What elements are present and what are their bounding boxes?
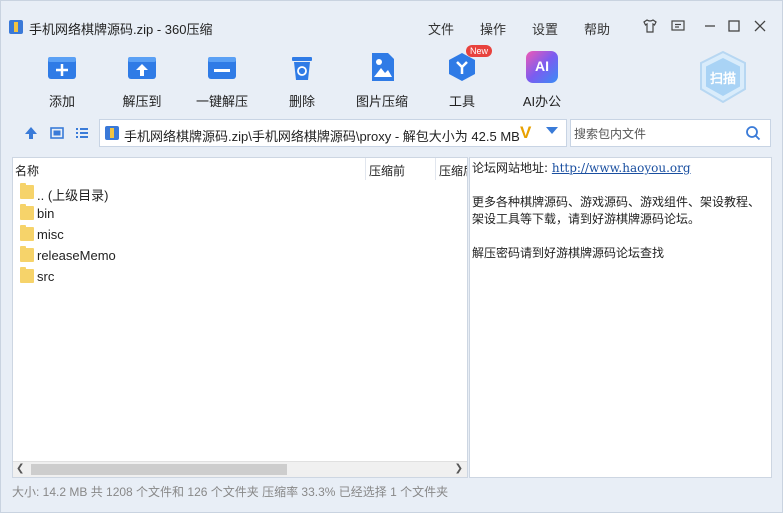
menu-settings[interactable]: 设置: [532, 19, 558, 38]
title-bar: 手机网络棋牌源码.zip - 360压缩 文件 操作 设置 帮助: [1, 1, 782, 45]
menu-file[interactable]: 文件: [428, 19, 454, 38]
delete-icon: [286, 51, 318, 83]
tools-label: 工具: [448, 94, 475, 109]
new-badge: New: [465, 45, 492, 57]
info-line-2: 架设工具等下载，请到好游棋牌源码论坛。: [472, 212, 701, 226]
menu-help[interactable]: 帮助: [584, 19, 610, 38]
menu-operate[interactable]: 操作: [480, 19, 506, 38]
address-bar: 手机网络棋牌源码.zip\手机网络棋牌源码\proxy - 解包大小为 42.5…: [1, 119, 782, 147]
ai-office-label: AI办公: [522, 94, 562, 109]
ai-office-button[interactable]: AI AI办公: [507, 51, 577, 110]
image-compress-icon: [366, 51, 398, 83]
tools-button[interactable]: New 工具: [427, 45, 497, 110]
extract-to-icon: [126, 51, 158, 83]
minimize-icon[interactable]: [702, 18, 718, 34]
file-name: releaseMemo: [37, 248, 116, 263]
search-field: [570, 119, 771, 147]
scroll-thumb[interactable]: [31, 464, 287, 475]
extract-to-label: 解压到: [122, 94, 162, 109]
list-item[interactable]: src: [13, 266, 467, 287]
forum-link[interactable]: http://www.haoyou.org: [552, 161, 691, 175]
maximize-icon[interactable]: [726, 18, 742, 34]
scan-button[interactable]: 扫描: [695, 49, 751, 105]
search-input[interactable]: [574, 125, 739, 143]
archive-comment-pane: 论坛网站地址: http://www.haoyou.org 更多各种棋牌源码、游…: [469, 157, 772, 478]
feedback-icon[interactable]: [670, 18, 686, 34]
path-field[interactable]: 手机网络棋牌源码.zip\手机网络棋牌源码\proxy - 解包大小为 42.5…: [99, 119, 567, 147]
close-icon[interactable]: [752, 18, 768, 34]
list-item[interactable]: bin: [13, 203, 467, 224]
skin-shirt-icon[interactable]: [642, 18, 658, 34]
one-click-extract-icon: [206, 51, 238, 83]
list-item[interactable]: misc: [13, 224, 467, 245]
scroll-right-icon[interactable]: ❯: [455, 463, 463, 474]
column-separator[interactable]: [435, 158, 436, 180]
scroll-left-icon[interactable]: ❮: [16, 463, 24, 474]
folder-icon: [20, 183, 34, 199]
scan-label: 扫描: [709, 71, 736, 86]
file-name: misc: [37, 227, 64, 242]
column-separator[interactable]: [365, 158, 366, 180]
add-label: 添加: [48, 94, 75, 109]
toolbar: 添加 解压到 一键解压 删除 图片压缩 New 工具 AI AI办公 扫描: [1, 45, 782, 111]
file-name: .. (上级目录): [37, 188, 109, 203]
folder-icon: [20, 246, 34, 262]
list-view-icon[interactable]: [74, 125, 90, 141]
file-name: bin: [37, 206, 55, 221]
image-compress-button[interactable]: 图片压缩: [347, 51, 417, 110]
file-name: src: [37, 269, 55, 284]
info-line-1: 更多各种棋牌源码、游戏源码、游戏组件、架设教程、: [472, 195, 761, 209]
window-title: 手机网络棋牌源码.zip - 360压缩: [29, 22, 213, 37]
delete-button[interactable]: 删除: [267, 51, 337, 110]
app-logo-icon: [9, 20, 23, 34]
column-size-after[interactable]: 压缩后: [439, 162, 467, 179]
ai-icon-text: AI: [535, 58, 549, 74]
delete-label: 删除: [288, 94, 315, 109]
folder-icon: [20, 267, 34, 283]
column-size-before[interactable]: 压缩前: [369, 162, 405, 179]
forum-prefix: 论坛网站地址:: [472, 161, 552, 175]
image-compress-label: 图片压缩: [355, 94, 408, 109]
extract-to-button[interactable]: 解压到: [107, 51, 177, 110]
horizontal-scrollbar[interactable]: ❮ ❯: [13, 461, 467, 477]
folder-icon: [20, 225, 34, 241]
add-icon: [46, 51, 78, 83]
forum-line: 论坛网站地址: http://www.haoyou.org: [472, 160, 769, 177]
list-item[interactable]: .. (上级目录): [13, 182, 467, 203]
app-window: 手机网络棋牌源码.zip - 360压缩 文件 操作 设置 帮助 添加 解压到 …: [0, 0, 783, 513]
info-line-3: 解压密码请到好游棋牌源码论坛查找: [472, 246, 665, 260]
folder-icon: [20, 204, 34, 220]
thumbnail-view-icon[interactable]: [49, 125, 65, 141]
file-list-pane: 名称 压缩前 压缩后 .. (上级目录) bin misc releaseMem…: [12, 157, 468, 478]
status-bar: 大小: 14.2 MB 共 1208 个文件和 126 个文件夹 压缩率 33.…: [12, 485, 449, 499]
one-click-extract-label: 一键解压: [195, 94, 248, 109]
v-badge-icon[interactable]: V: [520, 123, 531, 143]
column-name[interactable]: 名称: [15, 162, 39, 179]
path-dropdown-icon[interactable]: [546, 127, 558, 134]
archive-icon: [105, 126, 119, 140]
list-item[interactable]: releaseMemo: [13, 245, 467, 266]
ai-office-icon: AI: [526, 51, 558, 83]
add-button[interactable]: 添加: [27, 51, 97, 110]
list-header: 名称 压缩前 压缩后: [13, 158, 467, 180]
search-icon[interactable]: [745, 125, 761, 141]
one-click-extract-button[interactable]: 一键解压: [187, 51, 257, 110]
up-arrow-icon[interactable]: [23, 125, 39, 141]
path-text: 手机网络棋牌源码.zip\手机网络棋牌源码\proxy - 解包大小为 42.5…: [124, 129, 520, 144]
tools-icon: New: [446, 45, 492, 83]
